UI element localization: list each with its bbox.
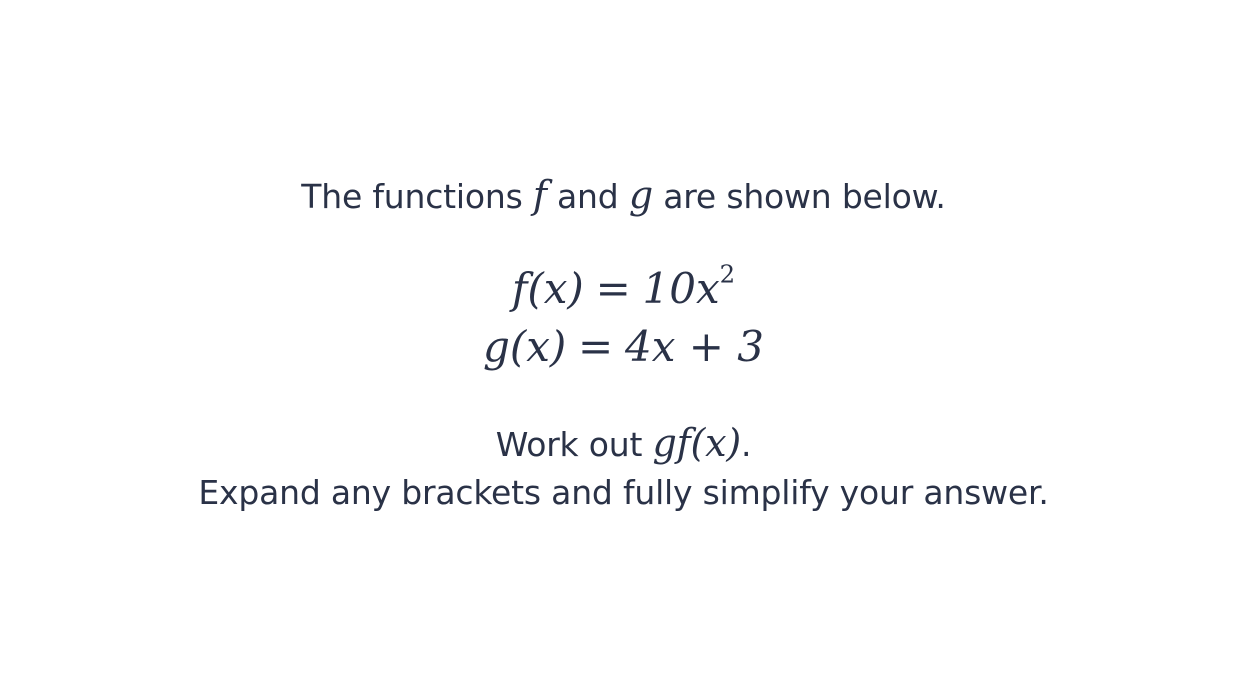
- equation-f-equals: =: [595, 264, 631, 313]
- equation-g-rhs: 4x + 3: [625, 322, 765, 371]
- intro-text-before: The functions: [301, 177, 523, 216]
- equation-g-equals: =: [578, 322, 614, 371]
- question-card: The functions f and g are shown below. f…: [0, 0, 1247, 691]
- equation-f-lhs: f(x): [511, 264, 584, 313]
- equation-f-exponent: 2: [719, 259, 736, 289]
- equation-g-lhs: g(x): [482, 322, 567, 371]
- equation-g: g(x) = 4x + 3: [0, 322, 1247, 371]
- intro-text-after: are shown below.: [663, 177, 946, 216]
- intro-text-and: and: [557, 177, 619, 216]
- task-suffix: .: [740, 425, 752, 464]
- function-f-symbol: f: [532, 173, 547, 217]
- task-expression: gf(x): [652, 421, 742, 465]
- task-prefix: Work out: [495, 425, 643, 464]
- question-instruction: Expand any brackets and fully simplify y…: [198, 473, 1049, 512]
- equation-f: f(x) = 10x2: [0, 262, 1247, 313]
- question-intro: The functions f and g are shown below.: [0, 173, 1247, 217]
- question-task: Work out gf(x).: [0, 421, 1247, 465]
- function-g-symbol: g: [628, 173, 653, 217]
- equation-f-rhs: 10x: [642, 264, 720, 313]
